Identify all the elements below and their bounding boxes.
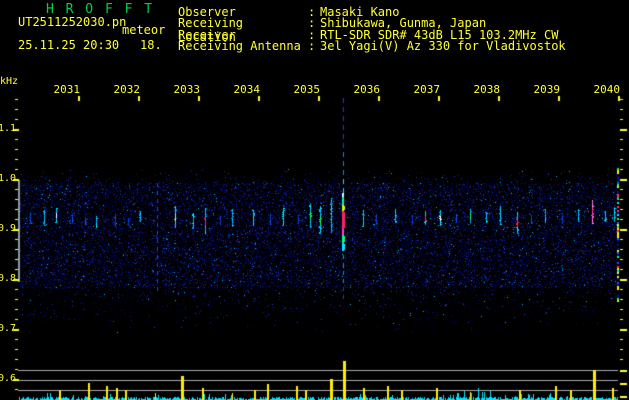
info-row: Receiving Location: Shibukawa, Gunma, Jap… [178, 16, 566, 44]
time-tick-label: 2033 [173, 83, 201, 96]
freq-tick-label: 0.9 [0, 223, 17, 234]
capture-filename: UT2511252030.pn [18, 15, 127, 29]
freq-tick-label: 0.7 [0, 323, 17, 334]
time-tick-label: 2031 [53, 83, 81, 96]
time-tick-label: 2039 [533, 83, 561, 96]
info-row: Receiver: RTL-SDR SDR# 43dB L15 103.2MHz … [178, 28, 566, 42]
freq-tick-label: 0.6 [0, 373, 17, 384]
info-value: 3el Yagi(V) Az 330 for Vladivostok [320, 39, 566, 54]
time-tick-label: 2036 [353, 83, 381, 96]
spectrogram-canvas [0, 0, 629, 400]
info-row: Observer: Masaki Kano [178, 5, 566, 19]
hrofft-window: H R O F F T UT2511252030.pn meteor 25.11… [0, 0, 629, 400]
freq-tick-label: 1.1 [0, 123, 17, 134]
freq-unit-label: kHz [0, 76, 19, 87]
time-tick-label: 2038 [473, 83, 501, 96]
datetime-label: 25.11.25 20:30 [18, 38, 120, 52]
time-tick-label: 2035 [293, 83, 321, 96]
station-info: Observer: Masaki Kano Receiving Location: S… [178, 5, 566, 54]
freq-tick-label: 0.8 [0, 273, 17, 284]
meteor-label: meteor [122, 23, 166, 37]
info-row: Receiving Antenna:3el Yagi(V) Az 330 for… [178, 39, 566, 54]
time-tick-label: 2034 [233, 83, 261, 96]
echo-counter: 18. [140, 38, 162, 52]
freq-tick-label: 1.0 [0, 173, 17, 184]
info-colon: : [308, 39, 316, 54]
time-tick-label: 2040 [593, 83, 621, 96]
time-tick-label: 2032 [113, 83, 141, 96]
time-tick-label: 2037 [413, 83, 441, 96]
info-label: Receiving Antenna [178, 39, 301, 54]
